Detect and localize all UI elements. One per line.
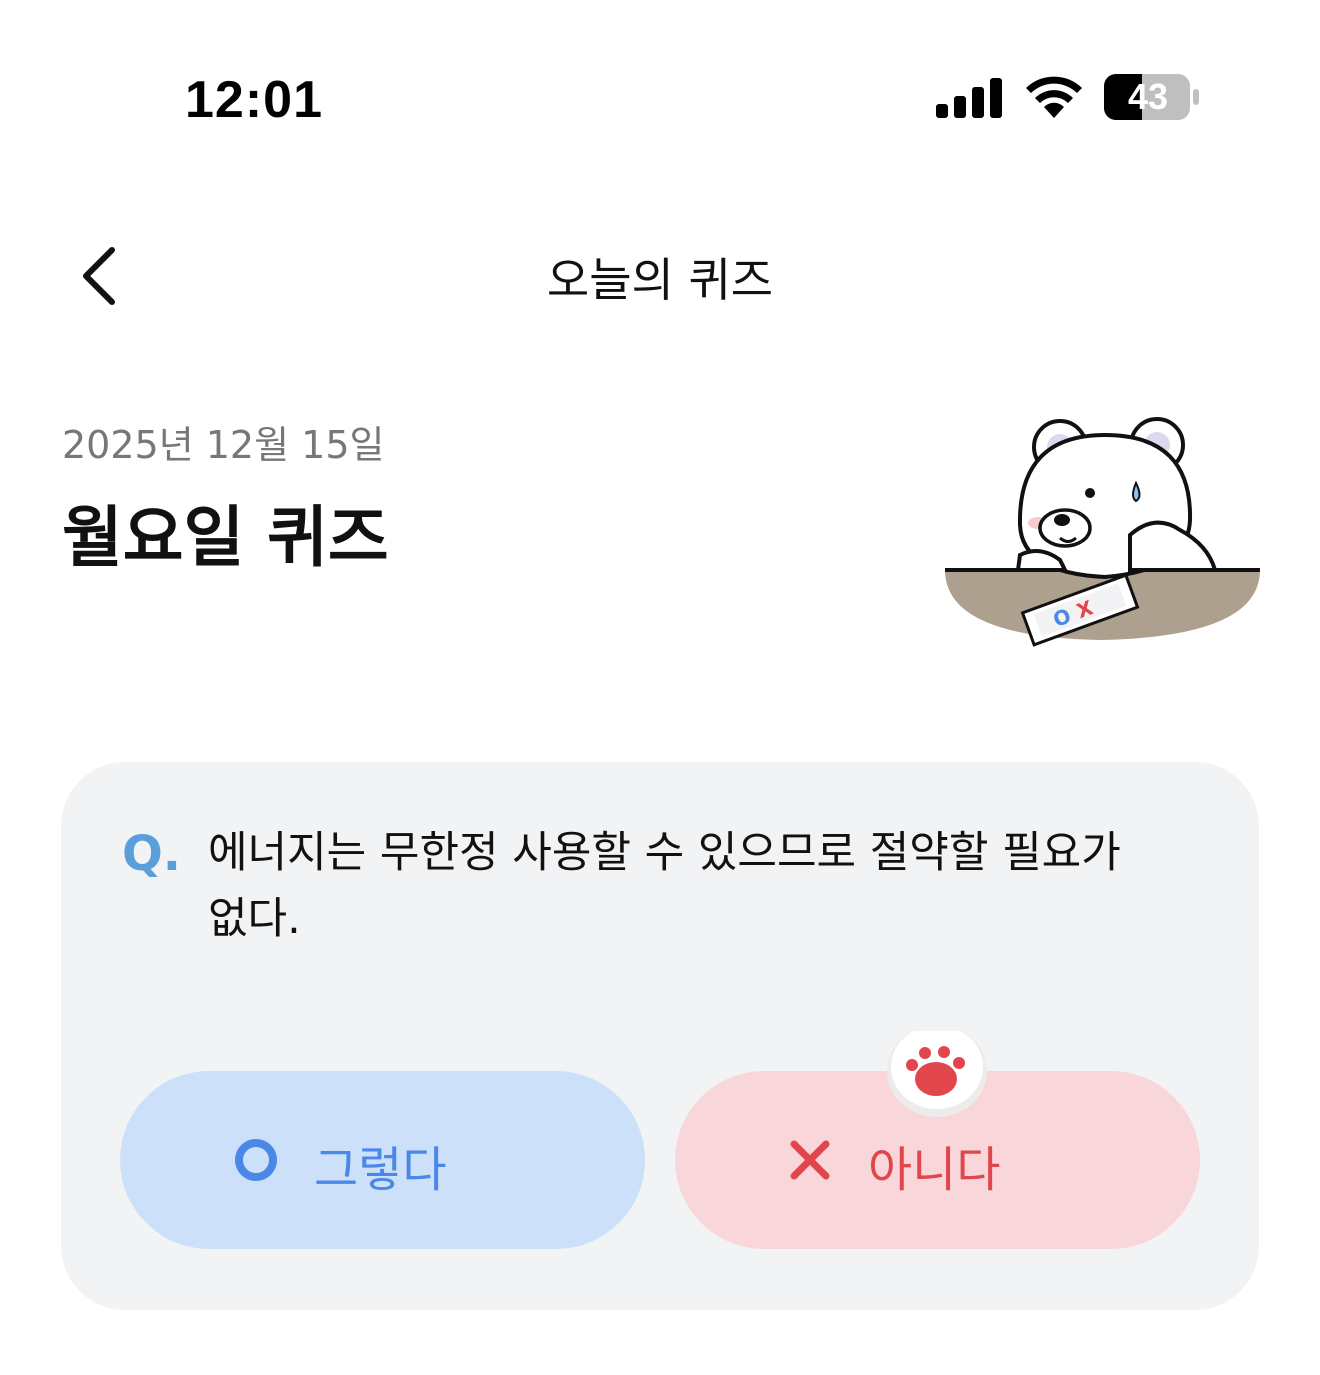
wifi-icon [1026, 76, 1082, 118]
answer-yes-label: 그렇다 [314, 1142, 447, 1198]
quiz-screen: 12:01 43 오늘의 퀴즈 2025년 12월 15일 월요일 퀴즈 O X… [0, 0, 1320, 1375]
nav-title: 오늘의 퀴즈 [546, 253, 774, 307]
status-time: 12:01 [185, 71, 323, 129]
quiz-date: 2025년 12월 15일 [62, 423, 385, 467]
bear-mascot-illustration: O X [945, 417, 1260, 647]
question-text: 에너지는 무한정 사용할 수 있으므로 절약할 필요가 없다. [208, 828, 1121, 944]
circle-o-icon [235, 1139, 277, 1181]
signal-icon [936, 78, 1002, 118]
status-bar: 12:01 43 [0, 0, 1320, 190]
answer-no-label: 아니다 [868, 1142, 1001, 1198]
paw-icon [887, 1031, 987, 1117]
x-icon [790, 1140, 830, 1180]
question-prefix: Q. [122, 826, 182, 882]
page-title: 월요일 퀴즈 [62, 499, 389, 576]
battery-level: 43 [1127, 76, 1169, 117]
